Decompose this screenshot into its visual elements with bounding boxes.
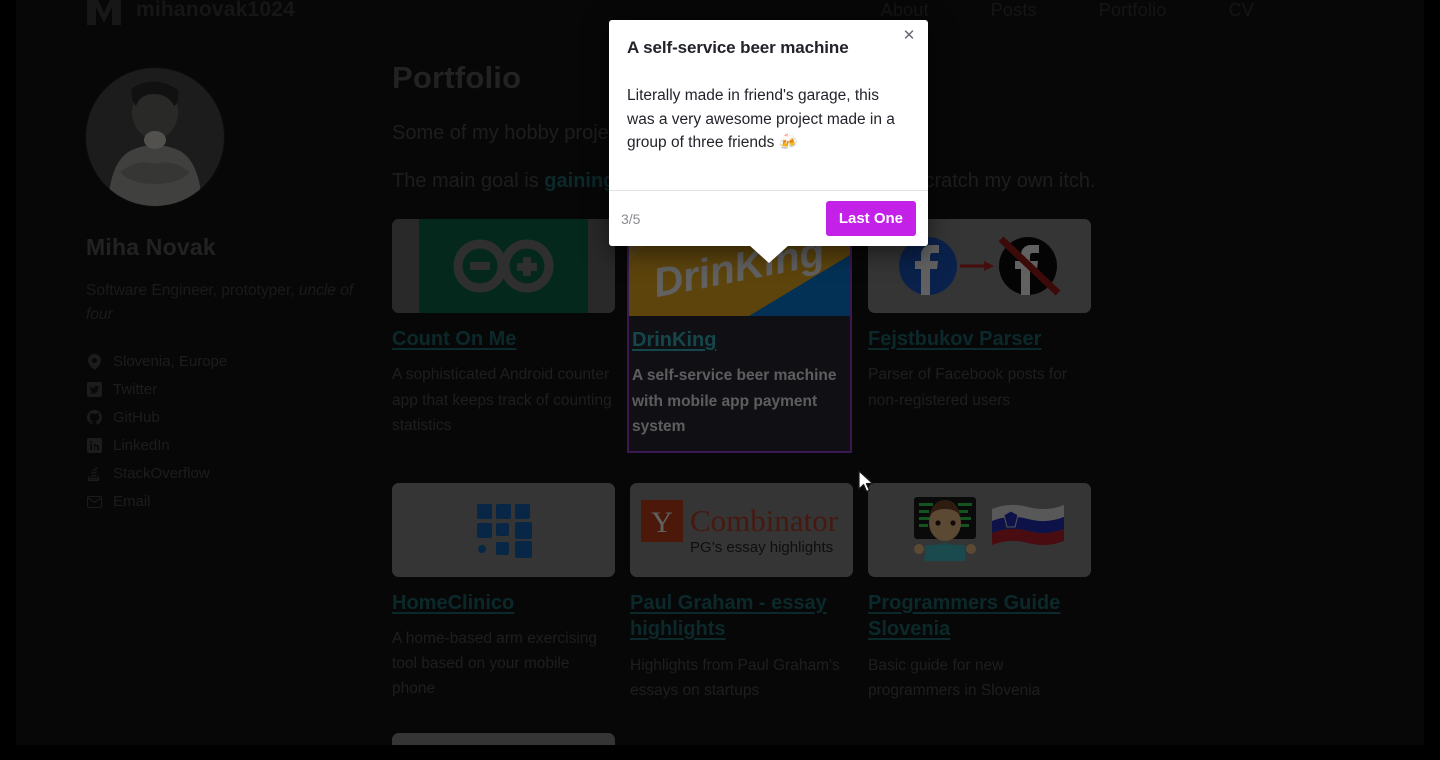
profile-link-email[interactable]: Email [86, 493, 386, 510]
profile-tagline: Software Engineer, prototyper, uncle of … [86, 279, 366, 327]
webpage-viewport: mihanovak1024 About Posts Portfolio CV M… [16, 0, 1424, 745]
project-title-link[interactable]: DrinKing [632, 327, 850, 353]
brand[interactable]: mihanovak1024 [86, 0, 295, 26]
profile-links: Slovenia, Europe Twitter GitHub LinkedIn… [86, 353, 386, 510]
location-pin-icon [86, 353, 102, 370]
tour-title: A self-service beer machine [627, 38, 849, 57]
close-icon[interactable]: ✕ [899, 25, 919, 45]
profile-sidebar: Miha Novak Software Engineer, prototyper… [86, 56, 386, 745]
profile-link-stackoverflow[interactable]: StackOverflow [86, 465, 386, 482]
project-card-broccoli[interactable]: Broccoli Scraper for Slovenian real esta… [392, 732, 615, 745]
profile-name: Miha Novak [86, 234, 216, 260]
project-title-link[interactable]: HomeClinico [392, 590, 615, 616]
stackoverflow-icon [86, 466, 102, 482]
nav-link-portfolio[interactable]: Portfolio [1099, 0, 1167, 21]
intro2-before: The main goal is [392, 170, 545, 192]
brand-name: mihanovak1024 [136, 0, 296, 21]
linkedin-icon [86, 438, 102, 454]
screen: mihanovak1024 About Posts Portfolio CV M… [0, 0, 1440, 760]
profile-link-location: Slovenia, Europe [86, 353, 386, 370]
nav-links: About Posts Portfolio CV [881, 0, 1354, 21]
twitter-icon [86, 382, 102, 398]
profile-link-linkedin[interactable]: LinkedIn [86, 437, 386, 454]
project-card-programmers-guide-slovenia[interactable]: Programmers Guide Slovenia Basic guide f… [868, 482, 1091, 703]
svg-text:Y: Y [651, 506, 673, 539]
tour-footer: 3/5 Last One [609, 190, 928, 246]
profile-link-github[interactable]: GitHub [86, 409, 386, 426]
project-card-homeclinico[interactable]: HomeClinico A home-based arm exercising … [392, 482, 615, 703]
project-title-link[interactable]: Count On Me [392, 326, 615, 352]
project-card-count-on-me[interactable]: Count On Me A sophisticated Android coun… [392, 219, 615, 453]
m-monogram-logo-icon [86, 0, 122, 26]
project-description: Basic guide for new programmers in Slove… [868, 656, 1041, 699]
tour-step-counter: 3/5 [621, 210, 641, 227]
project-description: Parser of Facebook posts for non-registe… [868, 366, 1068, 409]
programmer-and-slovenia-flag-emoji-icon [868, 482, 1091, 577]
svg-text:PG’s essay highlights: PG’s essay highlights [690, 539, 833, 556]
profile-link-label: Email [113, 493, 151, 511]
nav-link-about[interactable]: About [881, 0, 929, 21]
profile-link-label: StackOverflow [113, 465, 210, 483]
chart-handshake-broccoli-emoji-icon [392, 732, 615, 745]
project-description: A self-service beer machine with mobile … [632, 367, 837, 435]
profile-link-label: Slovenia, Europe [113, 353, 228, 371]
profile-link-label: Twitter [113, 381, 158, 399]
tooltip-arrow-down-icon [748, 245, 789, 263]
profile-link-twitter[interactable]: Twitter [86, 381, 386, 398]
project-description: A sophisticated Android counter app that… [392, 366, 612, 434]
project-card-paul-graham-essay-highlights[interactable]: Y Combinator PG’s essay highlights Paul … [630, 482, 853, 703]
mouse-pointer-cursor-icon [858, 470, 875, 499]
nav-link-cv[interactable]: CV [1229, 0, 1254, 21]
project-card-fejstbukov-parser[interactable]: Fejstbukov Parser Parser of Facebook pos… [868, 219, 1091, 453]
github-icon [86, 410, 102, 426]
tagline-plain: Software Engineer, prototyper, [86, 282, 299, 299]
project-description: A home-based arm exercising tool based o… [392, 630, 598, 698]
count-on-me-infinity-logo-icon [392, 219, 615, 313]
blue-blocks-grid-icon [392, 482, 615, 577]
avatar [86, 68, 224, 206]
project-title-link[interactable]: Programmers Guide Slovenia [868, 590, 1091, 643]
profile-link-label: LinkedIn [113, 437, 170, 455]
project-title-link[interactable]: Fejstbukov Parser [868, 326, 1091, 352]
product-tour-tooltip: ✕ A self-service beer machine Literally … [609, 20, 928, 263]
tour-next-button[interactable]: Last One [825, 201, 916, 236]
project-card-drinking[interactable]: DrinKing DrinKing A self-service beer ma… [627, 219, 852, 453]
nav-link-posts[interactable]: Posts [991, 0, 1037, 21]
tour-body-text: Literally made in friend's garage, this … [627, 87, 895, 152]
project-title-link[interactable]: Paul Graham - essay highlights [630, 590, 853, 643]
project-description: Highlights from Paul Graham's essays on … [630, 656, 840, 699]
email-icon [86, 494, 102, 510]
profile-link-label: GitHub [113, 409, 160, 427]
svg-text:Combinator: Combinator [690, 503, 839, 538]
y-combinator-logo-icon: Y Combinator PG’s essay highlights [630, 482, 853, 577]
